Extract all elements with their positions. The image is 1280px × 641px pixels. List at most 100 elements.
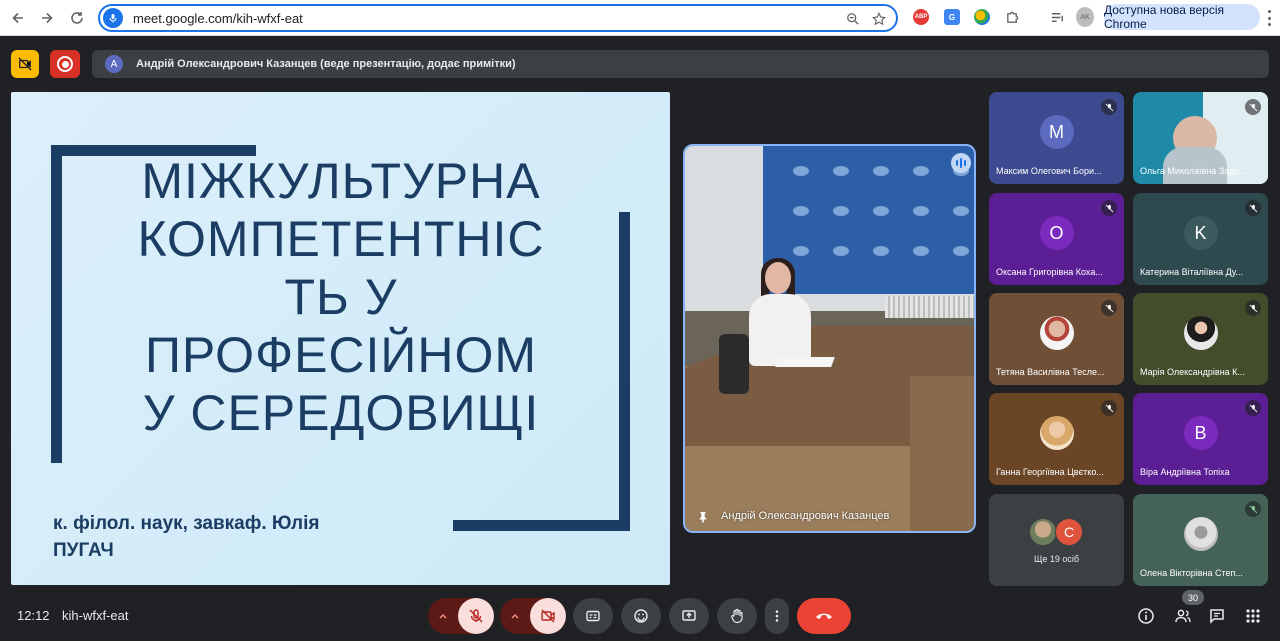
participant-avatar: O [1039,216,1074,251]
participant-tile[interactable]: M Максим Олегович Бори... [989,92,1124,184]
muted-icon [1101,400,1117,416]
muted-icon [1101,300,1117,316]
slide-frame-bottom [453,520,630,531]
more-participants-tile[interactable]: C Ще 19 осіб [989,494,1124,586]
profile-label: AK [1076,7,1094,27]
translate-extension-icon[interactable]: G [943,8,961,26]
participant-tile[interactable]: O Оксана Григорівна Коха... [989,193,1124,285]
mic-control [428,598,494,634]
muted-icon [1245,300,1261,316]
participant-tile[interactable]: Ганна Георгіївна Цвєтко... [989,393,1124,485]
presenter-avatar: A [105,55,123,73]
participant-tile[interactable]: Ольга Миколаївна Задо... [1133,92,1268,184]
presenter-person [749,294,811,366]
more-options-icon[interactable] [765,598,789,634]
muted-icon [1245,501,1261,517]
emoji-reactions-button[interactable] [621,598,661,634]
more-participants-label: Ще 19 осіб [1033,554,1080,564]
slide-author-line: ПУГАЧ [53,540,114,561]
chevron-up-icon[interactable] [428,598,458,634]
participant-name: Віра Андріївна Топіха [1140,467,1230,477]
people-icon[interactable] [1171,604,1195,628]
participant-name: Катерина Віталіївна Ду... [1140,267,1244,277]
slide-title-line: ПРОФЕСІЙНОМ [144,327,538,383]
back-icon[interactable] [6,6,30,30]
participant-photo [1039,416,1074,451]
bookmark-star-icon[interactable] [870,10,888,28]
slide-author: к. філол. наук, завкаф. Юлія ПУГАЧ [53,510,413,564]
muted-icon [1101,99,1117,115]
muted-icon [1245,400,1261,416]
participant-name: Ганна Георгіївна Цвєтко... [996,467,1104,477]
media-queue-icon[interactable] [1048,8,1066,26]
slide-title-line: МІЖКУЛЬТУРНА [141,153,541,209]
forward-icon[interactable] [35,6,59,30]
participant-tile[interactable]: Тетяна Василівна Тесле... [989,293,1124,385]
slide-title-line: КОМПЕТЕНТНІС [137,211,545,267]
browser-toolbar: meet.google.com/kih-wfxf-eat ABP G AK До… [0,0,1280,36]
participant-photo [1183,316,1218,351]
chat-icon[interactable] [1205,604,1229,628]
muted-icon [1101,200,1117,216]
chrome-menu-icon[interactable] [1264,10,1274,26]
recording-indicator-icon[interactable] [50,50,80,78]
participant-tile[interactable]: K Катерина Віталіївна Ду... [1133,193,1268,285]
meeting-code: kih-wfxf-eat [62,608,129,623]
mic-active-icon [103,8,123,28]
zoom-icon[interactable] [844,10,862,28]
reload-icon[interactable] [65,6,89,30]
participant-avatar: C [1055,518,1083,546]
participant-photo [1039,316,1074,351]
camera-off-button[interactable] [530,598,566,634]
mic-off-button[interactable] [458,598,494,634]
globe-extension-icon[interactable] [973,8,991,26]
adblock-extension-icon[interactable]: ABP [912,8,930,26]
pin-icon[interactable] [697,510,709,524]
slide-title: МІЖКУЛЬТУРНА КОМПЕТЕНТНІС ТЬ У ПРОФЕСІЙН… [111,152,571,442]
slide-frame-left [51,145,62,463]
captions-button[interactable] [573,598,613,634]
participant-name: Максим Олегович Бори... [996,166,1102,176]
participant-name: Марія Олександрівна К... [1140,367,1245,377]
presenter-banner-text: Андрій Олександрович Казанцев (веде през… [136,58,516,70]
translate-label: G [944,9,960,25]
activities-grid-icon[interactable] [1241,604,1265,628]
camera-control [500,598,566,634]
clock: 12:12 [17,608,50,623]
presenter-banner: A Андрій Олександрович Казанцев (веде пр… [92,50,1269,78]
presentation-slide: МІЖКУЛЬТУРНА КОМПЕТЕНТНІС ТЬ У ПРОФЕСІЙН… [11,92,670,585]
slide-title-line: ТЬ У [284,269,398,325]
participant-name: Тетяна Василівна Тесле... [996,367,1105,377]
adblock-label: ABP [913,9,929,25]
meeting-info-icon[interactable] [1134,604,1158,628]
participant-name: Олена Вікторівна Степ... [1140,568,1243,578]
others-avatars: C [1029,518,1089,548]
participant-avatar: B [1183,416,1218,451]
extensions-puzzle-icon[interactable] [1003,8,1021,26]
slide-title-line: У СЕРЕДОВИЩІ [142,385,540,441]
participant-name: Оксана Григорівна Коха... [996,267,1103,277]
chevron-up-icon[interactable] [500,598,530,634]
speaking-indicator-icon [951,153,971,173]
participant-photo [1183,517,1218,552]
address-bar[interactable]: meet.google.com/kih-wfxf-eat [98,4,898,32]
chrome-update-button[interactable]: Доступна нова версія Chrome [1104,3,1260,31]
profile-avatar[interactable]: AK [1076,7,1094,27]
participant-avatar: M [1039,115,1074,150]
people-count-badge: 30 [1182,590,1204,605]
participant-tile[interactable]: Олена Вікторівна Степ... [1133,494,1268,586]
url-text: meet.google.com/kih-wfxf-eat [133,10,303,26]
raise-hand-button[interactable] [717,598,757,634]
participant-photo [1029,518,1057,546]
participant-avatar: K [1183,216,1218,251]
participant-tile[interactable]: Марія Олександрівна К... [1133,293,1268,385]
participant-tile[interactable]: B Віра Андріївна Топіха [1133,393,1268,485]
presenter-video-name: Андрій Олександрович Казанцев [721,510,890,522]
slide-frame-right [619,212,630,531]
slide-author-line: к. філол. наук, завкаф. Юлія [53,513,320,534]
camera-off-indicator-icon[interactable] [11,50,39,78]
participant-name: Ольга Миколаївна Задо... [1140,166,1248,176]
present-screen-button[interactable] [669,598,709,634]
presenter-video-tile[interactable]: Андрій Олександрович Казанцев [683,144,976,533]
leave-call-button[interactable] [797,598,851,634]
